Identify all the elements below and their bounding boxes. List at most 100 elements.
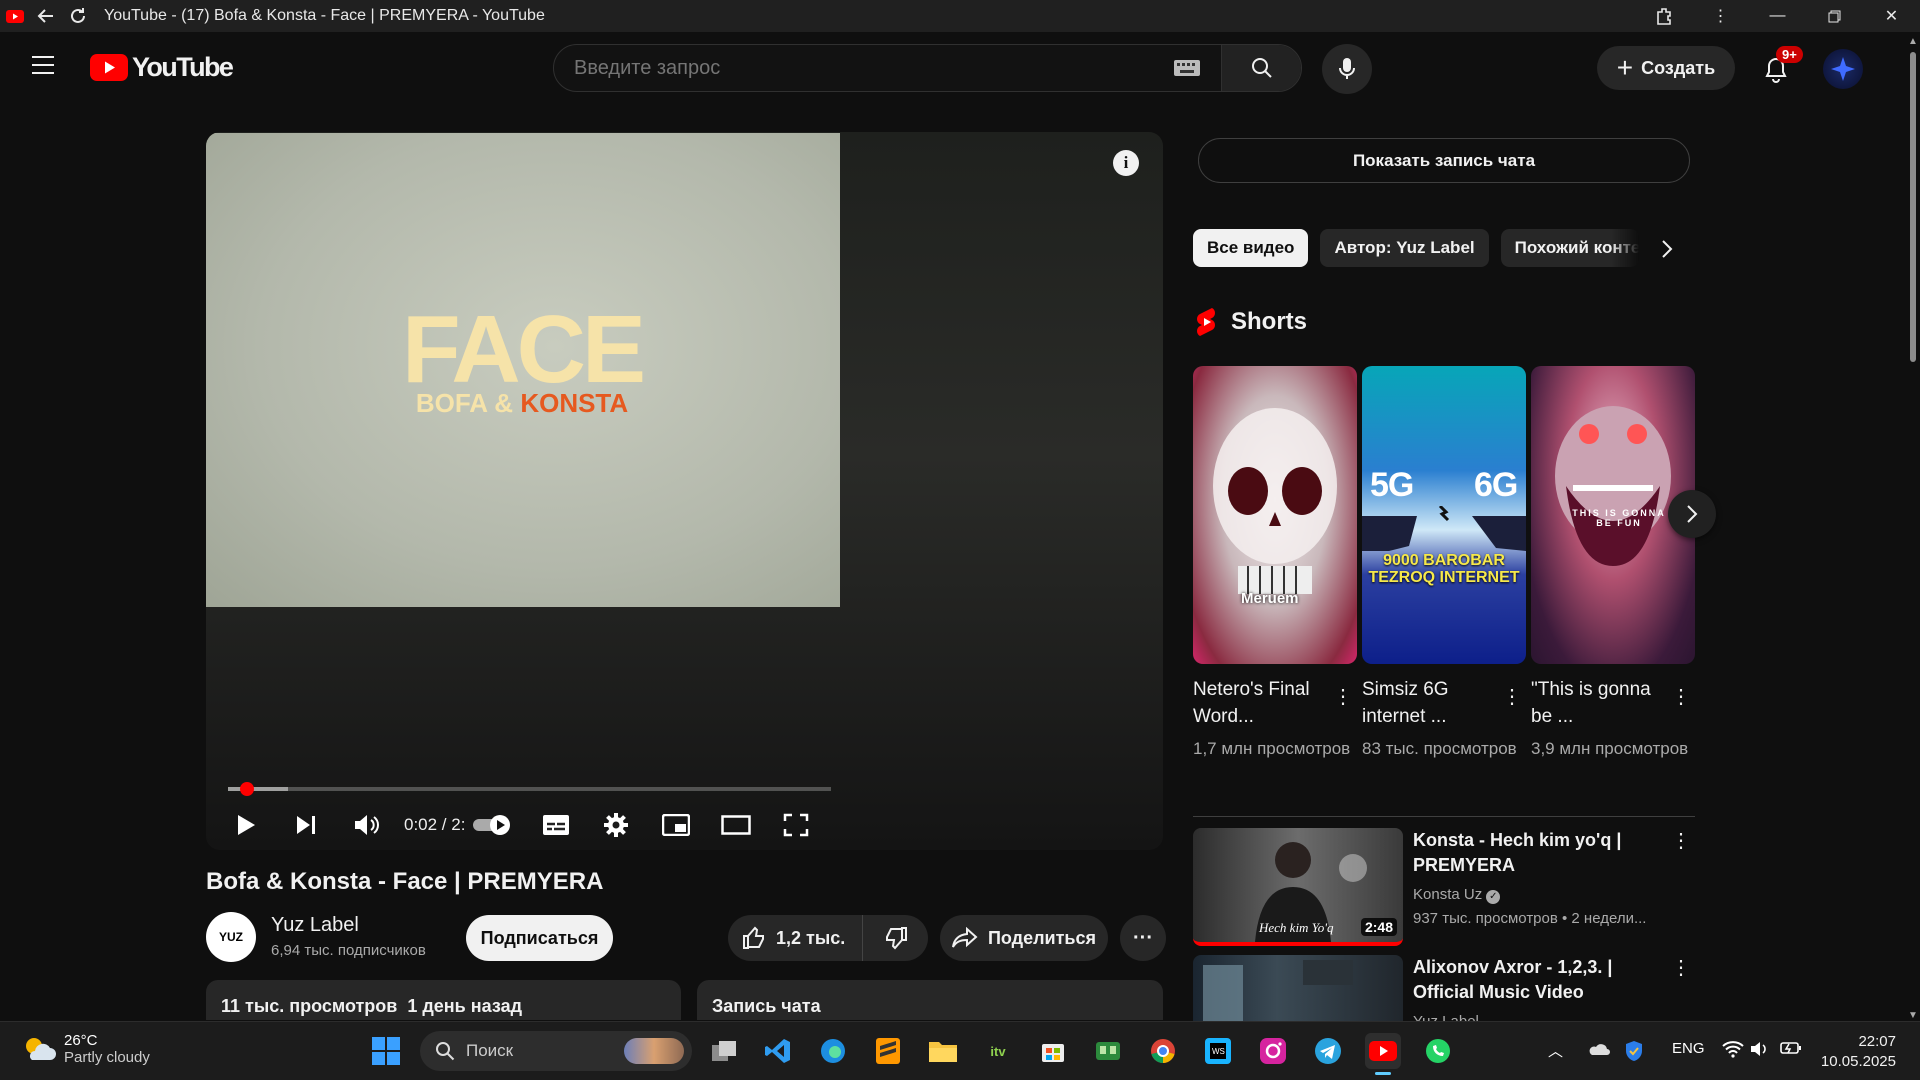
recommended-channel: Konsta Uz ✓	[1413, 886, 1501, 904]
battery-icon[interactable]	[1780, 1040, 1802, 1060]
microsoft-store-icon[interactable]	[1035, 1033, 1071, 1069]
time-display: 0:02 / 2:	[404, 815, 466, 834]
search-bar	[553, 44, 1302, 92]
more-actions-button[interactable]: ···	[1120, 915, 1166, 961]
microphone-icon	[1339, 58, 1355, 79]
speaker-icon[interactable]	[1750, 1040, 1770, 1062]
create-button[interactable]: + Создать	[1597, 46, 1735, 90]
skip-next-icon	[297, 816, 315, 834]
telegram-icon[interactable]	[1310, 1033, 1346, 1069]
dislike-button[interactable]	[863, 926, 928, 950]
channel-avatar[interactable]: YUZ	[206, 912, 256, 962]
search-icon	[436, 1042, 455, 1061]
video-thumbnail[interactable]: Hech kim Yo'q 2:48	[1193, 828, 1403, 946]
page-scrollbar[interactable]: ▲ ▼	[1906, 36, 1920, 1021]
show-chat-button[interactable]: Показать запись чата	[1198, 138, 1690, 183]
share-label: Поделиться	[987, 927, 1097, 948]
restore-button[interactable]	[1806, 0, 1863, 32]
video-player[interactable]: FACE BOFA & KONSTA i 0:02 / 2:	[206, 132, 1163, 850]
video-menu-icon[interactable]: ⋮	[1671, 828, 1691, 853]
info-icon[interactable]: i	[1113, 150, 1139, 176]
app-green-icon[interactable]	[1090, 1033, 1126, 1069]
whatsapp-icon[interactable]	[1420, 1033, 1456, 1069]
video-frame[interactable]: FACE BOFA & KONSTA	[206, 133, 840, 607]
recommended-title: Alixonov Axror - 1,2,3. | Official Music…	[1413, 957, 1613, 1002]
instagram-icon[interactable]	[1255, 1033, 1291, 1069]
search-button[interactable]	[1221, 45, 1301, 91]
progress-bar[interactable]	[228, 782, 831, 796]
subscribe-button[interactable]: Подписаться	[466, 915, 613, 961]
youtube-taskbar-icon[interactable]	[1365, 1033, 1401, 1075]
extensions-icon[interactable]	[1635, 0, 1692, 32]
search-input[interactable]	[554, 45, 1167, 91]
task-view-icon[interactable]	[706, 1033, 742, 1069]
back-icon[interactable]	[30, 0, 62, 32]
minimize-button[interactable]: —	[1749, 0, 1806, 32]
voice-search-button[interactable]	[1322, 44, 1372, 94]
scrubber-knob[interactable]	[240, 782, 255, 796]
short-thumbnail[interactable]: 5G 6G 9000 BAROBAR TEZROQ INTERNET	[1362, 366, 1526, 664]
short-menu-icon[interactable]: ⋮	[1502, 684, 1522, 709]
short-thumbnail[interactable]: Meruem	[1193, 366, 1357, 664]
keyboard-icon[interactable]	[1167, 60, 1207, 76]
hamburger-menu-icon[interactable]	[30, 54, 56, 81]
short-views: 3,9 млн просмотров	[1531, 739, 1689, 758]
play-button[interactable]	[226, 800, 266, 850]
chrome-icon[interactable]	[1145, 1033, 1181, 1069]
autoplay-toggle[interactable]	[470, 800, 516, 850]
video-thumbnail[interactable]	[1193, 955, 1403, 1021]
notification-badge: 9+	[1776, 46, 1803, 63]
close-window-button[interactable]: ✕	[1863, 0, 1920, 32]
description-box[interactable]: 11 тыс. просмотров 1 день назад	[206, 980, 681, 1020]
recommended-video[interactable]: Hech kim Yo'q 2:48 Konsta - Hech kim yo'…	[1193, 828, 1693, 946]
chevron-right-icon[interactable]	[1652, 230, 1682, 268]
file-explorer-icon[interactable]	[925, 1033, 961, 1069]
short-card[interactable]: THIS IS GONNA BE FUN "This is gonna be .…	[1531, 366, 1695, 762]
wifi-icon[interactable]	[1722, 1040, 1744, 1062]
short-menu-icon[interactable]: ⋮	[1333, 684, 1353, 709]
scroll-down-icon[interactable]: ▼	[1908, 1010, 1918, 1021]
like-button[interactable]: 1,2 тыс.	[728, 915, 863, 961]
reload-icon[interactable]	[62, 0, 94, 32]
scroll-up-icon[interactable]: ▲	[1908, 36, 1918, 47]
volume-button[interactable]	[346, 800, 386, 850]
taskbar-clock[interactable]: 22:07 10.05.2025	[1820, 1032, 1896, 1072]
short-menu-icon[interactable]: ⋮	[1671, 684, 1691, 709]
settings-button[interactable]	[596, 800, 636, 850]
account-avatar[interactable]	[1823, 49, 1863, 89]
like-count: 1,2 тыс.	[776, 927, 846, 948]
security-shield-icon[interactable]	[1624, 1040, 1644, 1066]
chip-author[interactable]: Автор: Yuz Label	[1320, 229, 1489, 267]
scrollbar-thumb[interactable]	[1910, 52, 1916, 362]
weather-widget[interactable]: 26°C Partly cloudy	[22, 1032, 150, 1066]
share-button[interactable]: Поделиться	[940, 915, 1108, 961]
chat-record-box[interactable]: Запись чата	[697, 980, 1163, 1020]
short-card[interactable]: 5G 6G 9000 BAROBAR TEZROQ INTERNET Simsi…	[1362, 366, 1526, 762]
next-button[interactable]	[286, 800, 326, 850]
video-menu-icon[interactable]: ⋮	[1671, 955, 1691, 980]
subtitles-button[interactable]	[536, 800, 576, 850]
webstorm-icon[interactable]: WS	[1200, 1033, 1236, 1069]
browser-menu-icon[interactable]: ⋮	[1692, 0, 1749, 32]
shorts-next-button[interactable]	[1668, 490, 1716, 538]
vscode-icon[interactable]	[760, 1033, 796, 1069]
chip-similar[interactable]: Похожий конте	[1500, 229, 1639, 267]
tray-chevron-up-icon[interactable]: ︿	[1548, 1040, 1563, 1061]
channel-name[interactable]: Yuz Label	[271, 914, 359, 937]
youtube-logo[interactable]: YouTube	[90, 52, 234, 83]
onedrive-icon[interactable]	[1586, 1040, 1610, 1060]
miniplayer-button[interactable]	[656, 800, 696, 850]
star-avatar-icon	[1831, 57, 1855, 81]
theater-mode-button[interactable]	[716, 800, 756, 850]
language-indicator[interactable]: ENG	[1672, 1040, 1705, 1057]
youtube-favicon-icon	[0, 0, 30, 32]
edge-icon[interactable]	[815, 1033, 851, 1069]
sublime-icon[interactable]	[870, 1033, 906, 1069]
fullscreen-button[interactable]	[776, 800, 816, 850]
taskbar-search[interactable]: Поиск	[420, 1031, 692, 1071]
chip-all-videos[interactable]: Все видео	[1193, 229, 1309, 267]
itv-icon[interactable]: itv	[980, 1033, 1016, 1069]
recommended-video[interactable]: Alixonov Axror - 1,2,3. | Official Music…	[1193, 955, 1693, 1021]
start-button[interactable]	[368, 1033, 404, 1069]
short-card[interactable]: Meruem Netero's Final Word... 1,7 млн пр…	[1193, 366, 1357, 762]
